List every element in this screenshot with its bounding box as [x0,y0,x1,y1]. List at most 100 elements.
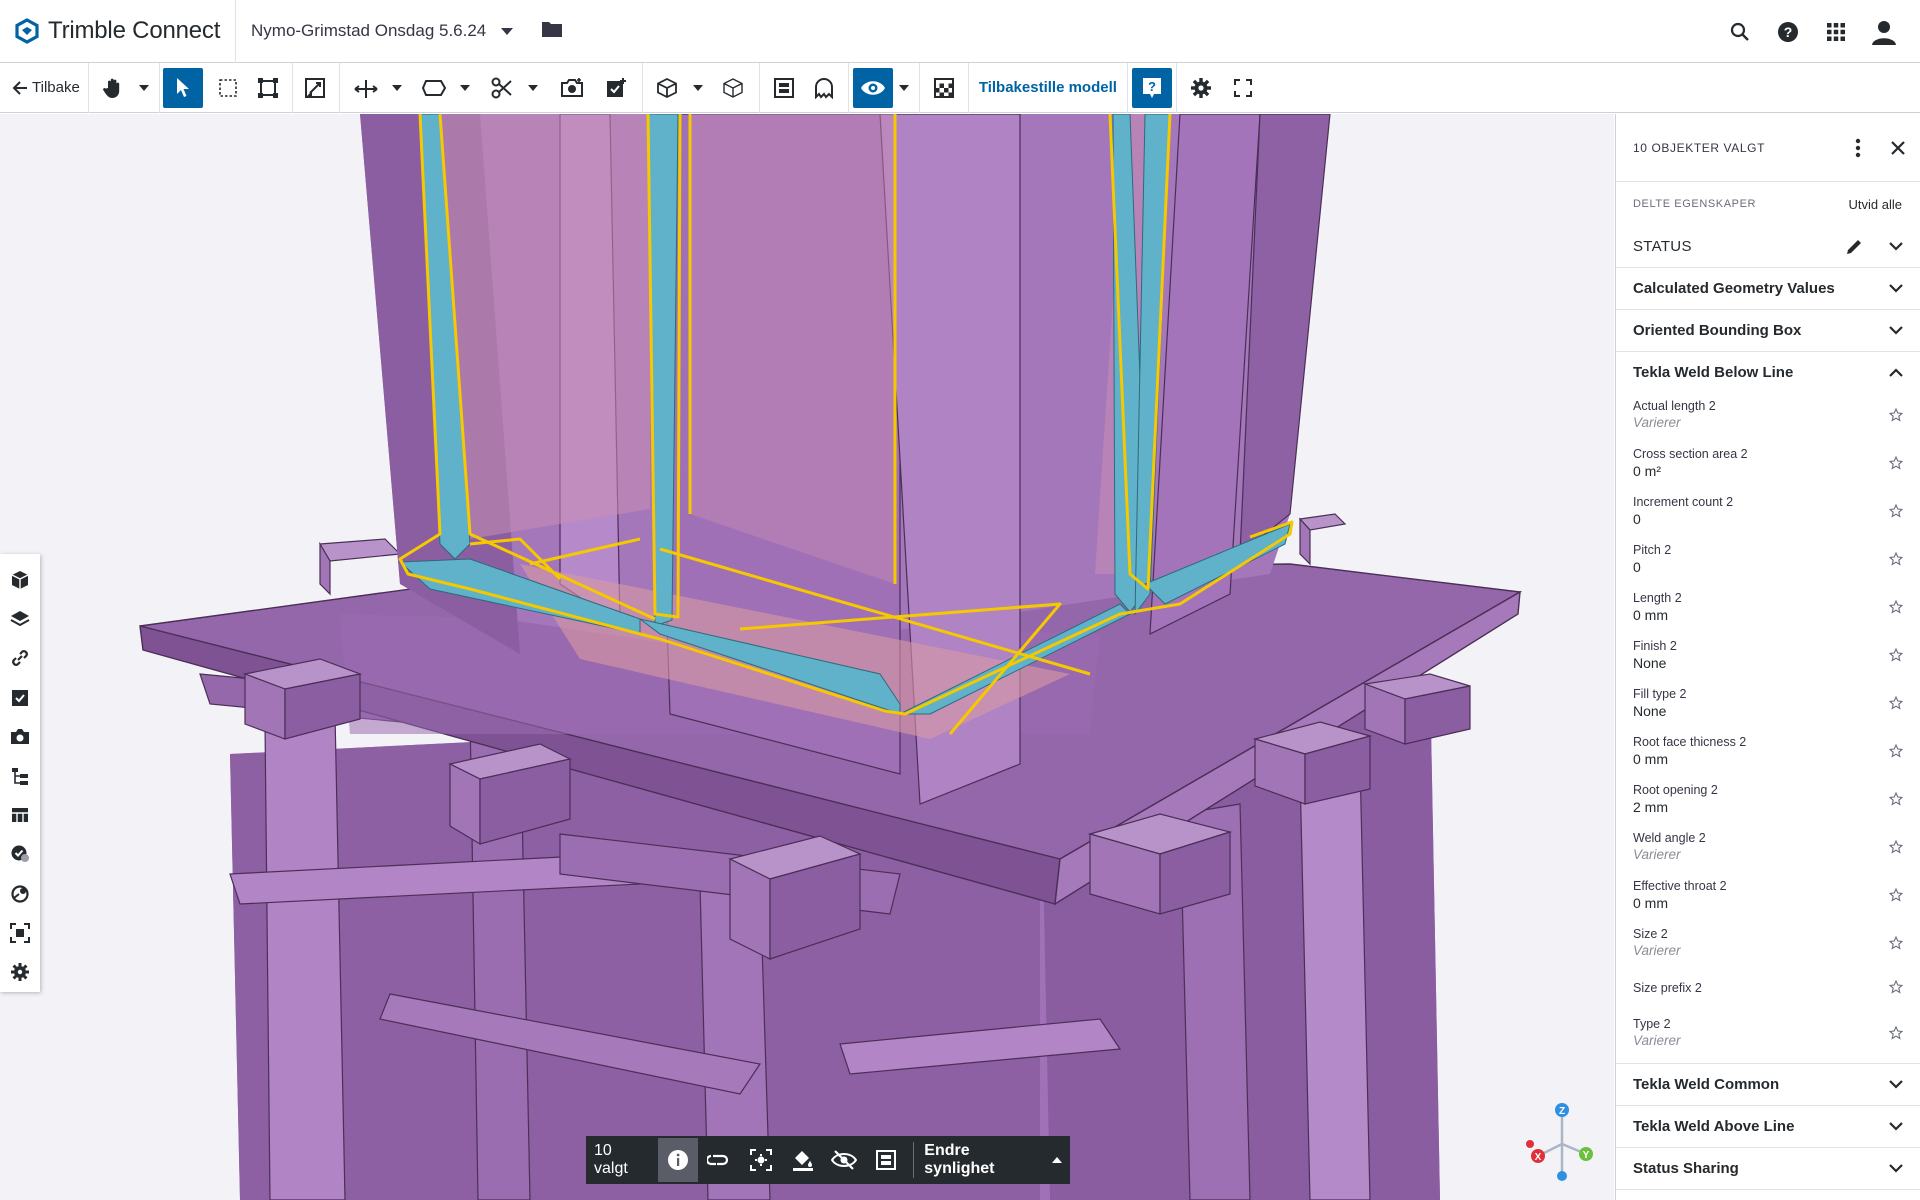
property-value: None [1633,655,1667,671]
select-pointer-icon[interactable] [162,67,203,108]
property-value: 0 [1633,559,1641,575]
info-icon[interactable] [657,1138,698,1182]
model-scene[interactable] [0,114,1614,1200]
cube-view-icon[interactable] [647,68,687,108]
project-name[interactable]: Nymo-Grimstad Onsdag 5.6.24 [251,21,486,41]
clip-shape-icon[interactable] [414,68,454,108]
change-visibility-button[interactable]: Endre synlighet [920,1142,1070,1178]
reset-model-button[interactable]: Tilbakestille modell [969,68,1127,108]
tree-structure-icon[interactable] [2,756,38,795]
search-icon[interactable] [1716,8,1764,56]
layers-view-icon[interactable] [764,68,804,108]
models-cube-icon[interactable] [2,560,38,599]
isolate-icon[interactable] [740,1138,782,1182]
table-icon[interactable] [2,796,38,835]
section-tekla-weld-below-line-header[interactable]: Tekla Weld Below Line [1616,352,1920,393]
star-icon[interactable] [1886,549,1906,569]
star-icon[interactable] [1886,693,1906,713]
hide-eye-icon[interactable] [823,1138,865,1182]
panel-header: 10 OBJEKTER VALGT [1616,114,1920,182]
star-icon[interactable] [1886,453,1906,473]
section-status-sharing-header[interactable]: Status Sharing [1616,1148,1920,1189]
shared-properties-row: DELTE EGENSKAPER Utvid alle [1616,182,1920,226]
folder-icon[interactable] [541,20,563,43]
section-status-header[interactable]: STATUS [1616,226,1920,267]
todo-checklist-icon[interactable] [2,678,38,717]
more-vertical-icon[interactable] [1838,128,1878,168]
scissors-icon[interactable] [482,68,522,108]
axis-x-label: X [1535,1152,1542,1163]
views-camera-icon[interactable] [2,717,38,756]
paint-bucket-icon[interactable] [782,1138,824,1182]
chevron-down-icon [1884,1157,1908,1181]
section-tekla-weld-common-header[interactable]: Tekla Weld Common [1616,1064,1920,1105]
ghost-icon[interactable] [804,68,844,108]
wireframe-cube-icon[interactable] [713,68,753,108]
clash-detection-icon[interactable] [2,874,38,913]
divider [641,62,643,113]
close-icon[interactable] [1878,128,1918,168]
section-status-sharing: Status Sharing [1616,1148,1920,1190]
transparent-view-icon[interactable] [865,1138,907,1182]
star-icon[interactable] [1886,597,1906,617]
section-oriented-bounding-box-header[interactable]: Oriented Bounding Box [1616,310,1920,351]
star-icon[interactable] [1886,501,1906,521]
svg-text:?: ? [1148,79,1156,94]
measure-icon[interactable] [346,68,386,108]
view-dropdown-icon[interactable] [687,68,709,108]
link-icon[interactable] [2,639,38,678]
pan-mode-dropdown-icon[interactable] [133,68,155,108]
visibility-dropdown-icon[interactable] [893,68,915,108]
apps-grid-icon[interactable] [1812,8,1860,56]
property-row: Effective throat 2 0 mm [1616,873,1920,921]
fit-to-view-icon[interactable] [248,68,288,108]
divider [913,1142,915,1178]
back-button[interactable]: Tilbake [0,68,88,108]
section-calculated-geometry-header[interactable]: Calculated Geometry Values [1616,268,1920,309]
axis-gizmo[interactable]: Z X Y [1524,1100,1600,1184]
brand[interactable]: Trimble Connect [0,0,235,62]
selection-toolbar: 10 valgt Endre synlighet [586,1136,1070,1184]
star-icon[interactable] [1886,885,1906,905]
measure-dropdown-icon[interactable] [386,68,408,108]
extensions-gear-icon[interactable] [2,953,38,992]
3d-viewport[interactable]: Z X Y [0,114,1614,1200]
cut-dropdown-icon[interactable] [522,68,544,108]
eye-visibility-icon[interactable] [852,67,893,108]
help-tour-icon[interactable]: ? [1131,67,1172,108]
star-icon[interactable] [1886,933,1906,953]
gear-icon[interactable] [1181,68,1221,108]
star-icon[interactable] [1886,977,1906,997]
topbar-actions: ? [1716,0,1908,63]
markup-icon[interactable] [295,68,335,108]
status-check-icon[interactable] [2,835,38,874]
box-select-icon[interactable] [208,68,248,108]
star-icon[interactable] [1886,645,1906,665]
star-icon[interactable] [1886,741,1906,761]
section-tekla-weld-above-line-header[interactable]: Tekla Weld Above Line [1616,1106,1920,1147]
pencil-edit-icon[interactable] [1842,235,1866,259]
chevron-down-icon [1884,235,1908,259]
divider [291,62,293,113]
star-icon[interactable] [1886,405,1906,425]
expand-all-link[interactable]: Utvid alle [1849,197,1902,212]
todo-add-icon[interactable] [596,68,636,108]
layers-icon[interactable] [2,599,38,638]
property-row: Size prefix 2 [1616,969,1920,1001]
pan-hand-icon[interactable] [93,68,133,108]
help-icon[interactable]: ? [1764,8,1812,56]
section-tekla-weld-below-line: Tekla Weld Below Line Actual length 2 Va… [1616,352,1920,1064]
clip-dropdown-icon[interactable] [454,68,476,108]
link-objects-icon[interactable] [698,1138,740,1182]
star-icon[interactable] [1886,837,1906,857]
star-icon[interactable] [1886,789,1906,809]
camera-icon[interactable] [552,68,592,108]
star-icon[interactable] [1886,1023,1906,1043]
axis-y-label: Y [1583,1150,1590,1161]
divider [338,62,340,113]
focus-frame-icon[interactable] [2,913,38,952]
fullscreen-icon[interactable] [1223,68,1263,108]
checker-pattern-icon[interactable] [924,68,964,108]
user-avatar-icon[interactable] [1860,8,1908,56]
project-dropdown-icon[interactable] [501,27,514,35]
